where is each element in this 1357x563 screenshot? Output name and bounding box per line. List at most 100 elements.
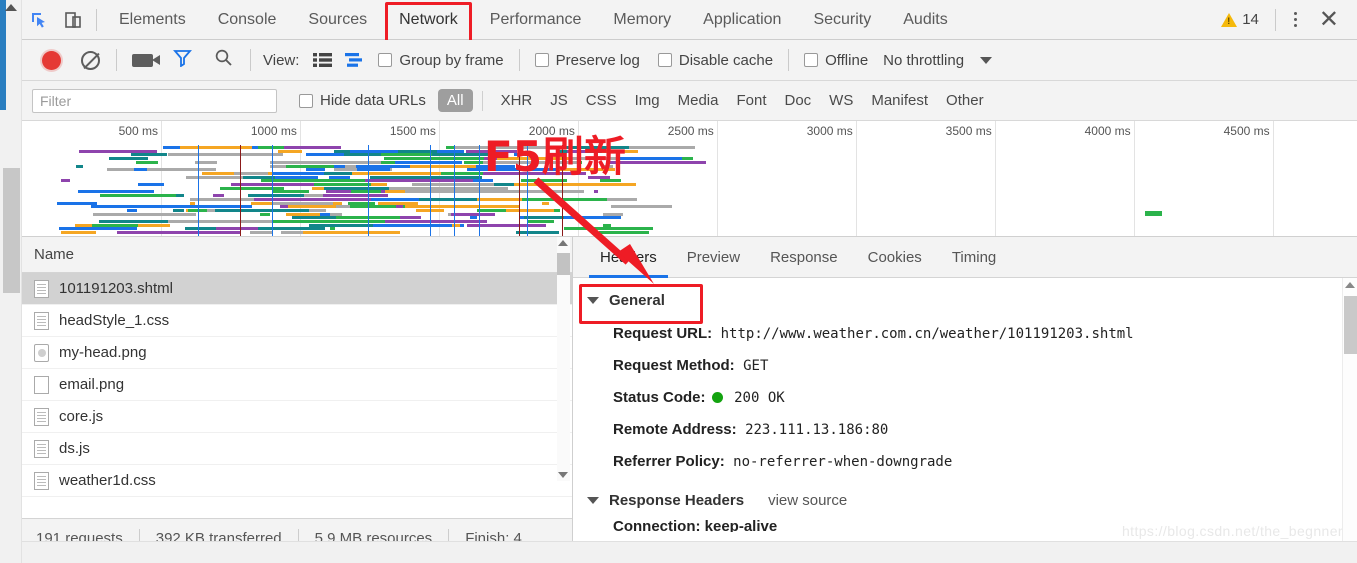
detail-pane-scrollbar[interactable] [1342, 278, 1357, 558]
tab-network[interactable]: Network [383, 0, 474, 43]
waterfall-bar [272, 175, 319, 179]
waterfall-view-icon[interactable] [344, 52, 363, 68]
waterfall-bar [168, 220, 273, 223]
image-icon [34, 343, 49, 362]
list-view-icon[interactable] [313, 52, 333, 68]
response-headers-section-header[interactable]: Response Headers view source [587, 492, 1357, 509]
timeline-event-line [368, 145, 369, 236]
request-row[interactable]: my-head.png [22, 337, 572, 369]
page-scrollbar[interactable] [0, 0, 22, 563]
tab-headers[interactable]: Headers [585, 237, 672, 278]
waterfall-bar [389, 186, 509, 190]
waterfall-bar [328, 175, 351, 179]
request-name: weather1d.css [59, 472, 156, 489]
more-options-icon[interactable] [1282, 12, 1309, 27]
group-by-frame-checkbox[interactable]: Group by frame [378, 52, 504, 69]
hide-data-urls-checkbox[interactable]: Hide data URLs [299, 92, 426, 109]
request-row[interactable]: ds.js [22, 433, 572, 465]
clear-button[interactable] [81, 50, 100, 70]
column-header-name[interactable]: Name [22, 237, 572, 273]
tab-sources[interactable]: Sources [292, 0, 383, 40]
request-list-scrollbar-thumb[interactable] [557, 253, 570, 275]
header-row: Request Method: GET [613, 350, 1357, 382]
request-row[interactable]: 101191203.shtml [22, 273, 572, 305]
waterfall-bar [272, 190, 309, 194]
waterfall-bar [60, 179, 71, 183]
tab-response[interactable]: Response [755, 237, 853, 278]
waterfall-bar [542, 201, 549, 205]
triangle-down-icon[interactable] [587, 497, 599, 504]
timeline-tick-label: 3000 ms [806, 124, 853, 138]
tab-audits[interactable]: Audits [887, 0, 963, 40]
checkbox-icon[interactable] [299, 93, 313, 108]
close-icon[interactable]: ✕ [1309, 7, 1349, 32]
tab-cookies[interactable]: Cookies [853, 237, 937, 278]
waterfall-bar [360, 179, 474, 183]
scroll-up-arrow-icon[interactable] [558, 240, 568, 246]
warning-triangle-icon [1221, 12, 1238, 27]
request-row[interactable]: core.js [22, 401, 572, 433]
preserve-log-checkbox[interactable]: Preserve log [534, 52, 640, 69]
timeline-event-line [454, 145, 455, 236]
tab-console[interactable]: Console [202, 0, 293, 40]
request-row[interactable]: headStyle_1.css [22, 305, 572, 337]
checkbox-icon[interactable] [378, 53, 393, 67]
device-toolbar-icon[interactable] [56, 0, 90, 40]
bottom-strip [22, 541, 1357, 563]
throttling-select[interactable]: No throttling [883, 52, 964, 69]
tab-preview[interactable]: Preview [672, 237, 755, 278]
tab-security[interactable]: Security [797, 0, 887, 40]
tab-application[interactable]: Application [687, 0, 797, 40]
network-overview-timeline[interactable]: 500 ms 1000 ms 1500 ms 2000 ms 2500 ms 3000 m… [22, 121, 1357, 237]
waterfall-bar [250, 201, 273, 205]
waterfall-bar [350, 205, 397, 209]
waterfall-bar [405, 205, 519, 209]
checkbox-icon[interactable] [804, 53, 819, 67]
scroll-up-arrow-icon[interactable] [1345, 282, 1355, 288]
filter-type-doc[interactable]: Doc [784, 92, 811, 109]
filter-type-xhr[interactable]: XHR [501, 92, 533, 109]
tab-elements[interactable]: Elements [103, 0, 202, 40]
blank-icon [34, 375, 49, 394]
page-scrollbar-thumb[interactable] [3, 168, 20, 293]
tab-memory[interactable]: Memory [597, 0, 687, 40]
scroll-up-arrow-icon[interactable] [4, 4, 17, 11]
document-icon [34, 311, 49, 330]
record-button[interactable] [42, 50, 61, 70]
request-row[interactable]: email.png [22, 369, 572, 401]
filter-type-font[interactable]: Font [736, 92, 766, 109]
disable-cache-checkbox[interactable]: Disable cache [657, 52, 773, 69]
checkbox-icon[interactable] [657, 53, 672, 67]
filter-type-css[interactable]: CSS [586, 92, 617, 109]
filter-type-media[interactable]: Media [678, 92, 719, 109]
filter-type-manifest[interactable]: Manifest [871, 92, 928, 109]
request-row[interactable]: weather1d.css [22, 465, 572, 497]
waterfall-bar [351, 190, 382, 194]
detail-scrollbar-thumb[interactable] [1344, 296, 1357, 354]
checkbox-icon[interactable] [534, 53, 549, 67]
request-list[interactable]: 101191203.shtml headStyle_1.css my-head.pn… [22, 273, 572, 517]
filter-type-ws[interactable]: WS [829, 92, 853, 109]
tab-timing[interactable]: Timing [937, 237, 1011, 278]
filter-type-img[interactable]: Img [635, 92, 660, 109]
warning-badge[interactable]: 14 [1221, 11, 1269, 28]
filter-icon[interactable] [173, 48, 192, 72]
request-list-scrollbar[interactable] [557, 237, 570, 481]
waterfall-bar [172, 208, 185, 212]
capture-screenshots-icon[interactable] [132, 53, 160, 67]
inspect-element-icon[interactable] [22, 0, 56, 40]
search-icon[interactable] [214, 48, 233, 72]
view-source-link[interactable]: view source [768, 492, 847, 509]
triangle-down-icon[interactable] [587, 297, 599, 304]
waterfall-bar [168, 153, 284, 157]
offline-checkbox[interactable]: Offline [804, 52, 868, 69]
filter-input[interactable] [32, 88, 277, 113]
timeline-event-line [240, 145, 241, 236]
filter-type-all[interactable]: All [437, 89, 473, 112]
chevron-down-icon[interactable] [980, 56, 993, 64]
filter-type-js[interactable]: JS [550, 92, 568, 109]
scroll-down-arrow-icon[interactable] [558, 472, 568, 478]
general-section-header[interactable]: General [579, 284, 1357, 324]
tab-performance[interactable]: Performance [474, 0, 598, 40]
filter-type-other[interactable]: Other [946, 92, 984, 109]
